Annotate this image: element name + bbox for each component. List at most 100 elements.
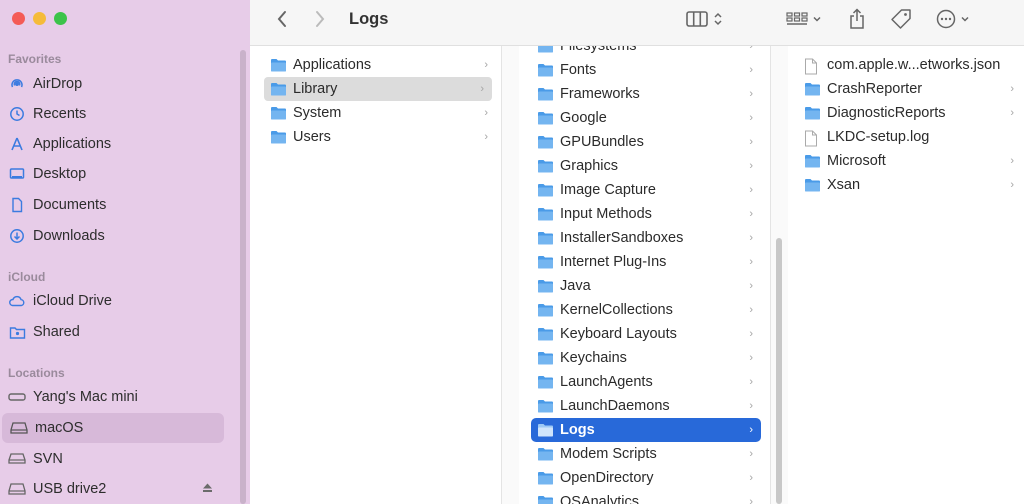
- column-gutter: [502, 46, 519, 504]
- item-label: Applications: [293, 57, 372, 73]
- sidebar-item-label: SVN: [33, 451, 63, 467]
- list-item[interactable]: LKDC-setup.log: [804, 125, 1022, 149]
- list-item[interactable]: Logs ›: [531, 418, 761, 442]
- sidebar-item-documents[interactable]: Documents: [0, 190, 225, 220]
- folder-icon: [804, 106, 821, 120]
- item-label: System: [293, 105, 342, 121]
- window-title: Logs: [349, 10, 389, 28]
- network-drive-icon: [8, 450, 26, 468]
- list-item[interactable]: Google ›: [531, 106, 761, 130]
- group-button[interactable]: [786, 11, 822, 27]
- list-item[interactable]: DiagnosticReports ›: [804, 101, 1022, 125]
- list-item[interactable]: com.apple.w...etworks.json: [804, 53, 1022, 77]
- sidebar-section-locations: Locations: [8, 366, 65, 380]
- list-item[interactable]: Fonts ›: [531, 58, 761, 82]
- chevron-right-icon: ›: [749, 376, 753, 388]
- item-label: OpenDirectory: [560, 470, 654, 486]
- folder-icon: [537, 471, 554, 485]
- back-button[interactable]: [276, 10, 288, 28]
- column-view-icon: [686, 11, 708, 27]
- tag-button[interactable]: [890, 8, 912, 30]
- chevron-right-icon: ›: [484, 131, 488, 143]
- folder-icon: [537, 351, 554, 365]
- list-item[interactable]: Input Methods ›: [531, 202, 761, 226]
- toolbar: Logs: [250, 0, 1024, 46]
- list-item[interactable]: Image Capture ›: [531, 178, 761, 202]
- sidebar-item-desktop[interactable]: Desktop: [0, 159, 225, 189]
- item-label: LaunchAgents: [560, 374, 653, 390]
- chevron-right-icon: ›: [1010, 107, 1014, 119]
- list-item[interactable]: Xsan ›: [804, 173, 1022, 197]
- list-item[interactable]: Library ›: [264, 77, 492, 101]
- chevron-right-icon: ›: [1010, 179, 1014, 191]
- list-item[interactable]: System ›: [266, 101, 496, 125]
- folder-icon: [270, 82, 287, 96]
- list-item[interactable]: Frameworks ›: [531, 82, 761, 106]
- share-button[interactable]: [848, 8, 866, 30]
- sidebar-item-usb-drive2[interactable]: USB drive2: [0, 474, 225, 504]
- sidebar-item-label: iCloud Drive: [33, 293, 112, 309]
- sidebar-scrollbar[interactable]: [240, 50, 246, 504]
- forward-button[interactable]: [314, 10, 326, 28]
- sidebar: Favorites AirDrop Recents Applications D…: [0, 0, 250, 504]
- sidebar-item-label: USB drive2: [33, 481, 107, 497]
- chevron-right-icon: ›: [749, 208, 753, 220]
- folder-icon: [537, 111, 554, 125]
- list-item[interactable]: CrashReporter ›: [804, 77, 1022, 101]
- chevron-right-icon: ›: [480, 83, 484, 95]
- sidebar-item-mac-mini[interactable]: Yang's Mac mini: [0, 382, 225, 412]
- chevron-right-icon: ›: [749, 304, 753, 316]
- list-item[interactable]: Microsoft ›: [804, 149, 1022, 173]
- list-item[interactable]: Modem Scripts ›: [531, 442, 761, 466]
- list-item[interactable]: OpenDirectory ›: [531, 466, 761, 490]
- folder-icon: [537, 303, 554, 317]
- list-item[interactable]: Java ›: [531, 274, 761, 298]
- view-mode-button[interactable]: [686, 11, 723, 27]
- item-label: Keyboard Layouts: [560, 326, 677, 342]
- item-label: com.apple.w...etworks.json: [827, 57, 1001, 73]
- list-item[interactable]: Keyboard Layouts ›: [531, 322, 761, 346]
- sidebar-item-macos[interactable]: macOS: [2, 413, 224, 443]
- chevron-right-icon: ›: [749, 46, 753, 52]
- list-item[interactable]: Filesystems ›: [531, 46, 761, 58]
- list-item[interactable]: Internet Plug-Ins ›: [531, 250, 761, 274]
- close-button[interactable]: [12, 12, 25, 25]
- sidebar-item-applications[interactable]: Applications: [0, 129, 225, 159]
- column-2: Filesystems › Fonts › Frameworks › Google › GPUB…: [519, 46, 771, 504]
- zoom-button[interactable]: [54, 12, 67, 25]
- folder-icon: [537, 375, 554, 389]
- more-actions-button[interactable]: [936, 9, 970, 29]
- column-2-scrollbar[interactable]: [776, 238, 782, 504]
- item-label: LKDC-setup.log: [827, 129, 930, 145]
- minimize-button[interactable]: [33, 12, 46, 25]
- eject-icon[interactable]: [202, 483, 213, 496]
- list-item[interactable]: Keychains ›: [531, 346, 761, 370]
- airdrop-icon: [8, 75, 26, 93]
- list-item[interactable]: OSAnalytics ›: [531, 490, 761, 504]
- sidebar-item-icloud-drive[interactable]: iCloud Drive: [0, 286, 225, 316]
- folder-icon: [537, 399, 554, 413]
- document-icon: [8, 196, 26, 214]
- item-label: GPUBundles: [560, 134, 644, 150]
- list-item[interactable]: KernelCollections ›: [531, 298, 761, 322]
- cloud-icon: [8, 292, 26, 310]
- sidebar-item-svn[interactable]: SVN: [0, 444, 225, 474]
- list-item[interactable]: Applications ›: [266, 53, 496, 77]
- sidebar-item-shared[interactable]: Shared: [0, 317, 225, 347]
- list-item[interactable]: Graphics ›: [531, 154, 761, 178]
- item-label: Modem Scripts: [560, 446, 657, 462]
- shared-folder-icon: [8, 323, 26, 341]
- list-item[interactable]: LaunchAgents ›: [531, 370, 761, 394]
- list-item[interactable]: LaunchDaemons ›: [531, 394, 761, 418]
- item-label: Logs: [560, 422, 595, 438]
- list-item[interactable]: GPUBundles ›: [531, 130, 761, 154]
- sidebar-item-downloads[interactable]: Downloads: [0, 221, 225, 251]
- chevron-right-icon: ›: [749, 448, 753, 460]
- sidebar-item-recents[interactable]: Recents: [0, 99, 225, 129]
- sidebar-item-label: Applications: [33, 136, 112, 152]
- item-label: Image Capture: [560, 182, 656, 198]
- list-item[interactable]: Users ›: [266, 125, 496, 149]
- list-item[interactable]: InstallerSandboxes ›: [531, 226, 761, 250]
- item-label: Filesystems: [560, 46, 637, 54]
- sidebar-item-airdrop[interactable]: AirDrop: [0, 69, 225, 99]
